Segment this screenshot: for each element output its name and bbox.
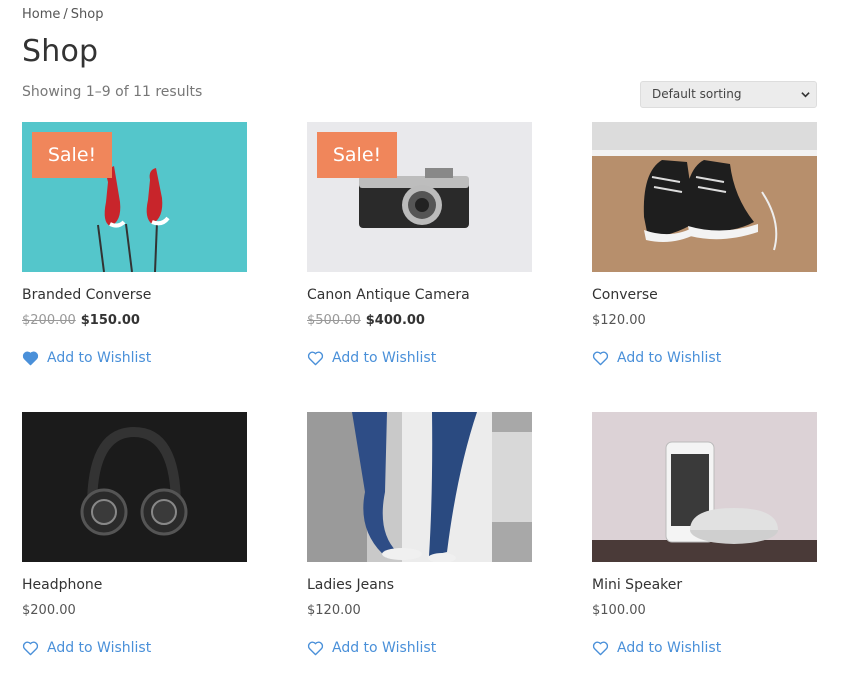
sale-badge: Sale! (32, 132, 112, 178)
wishlist-label: Add to Wishlist (47, 350, 152, 366)
wishlist-label: Add to Wishlist (332, 640, 437, 656)
product-name[interactable]: Ladies Jeans (307, 577, 394, 593)
old-price: $500.00 (307, 313, 361, 328)
product-card: Ladies Jeans $120.00 Add to Wishlist (307, 412, 532, 656)
heart-outline-icon (592, 641, 609, 655)
product-image[interactable] (592, 122, 817, 272)
heart-outline-icon (592, 351, 609, 365)
heart-filled-icon (22, 351, 39, 365)
add-to-wishlist-link[interactable]: Add to Wishlist (22, 350, 151, 366)
wishlist-label: Add to Wishlist (47, 640, 152, 656)
product-price: $200.00 (22, 603, 76, 618)
add-to-wishlist-link[interactable]: Add to Wishlist (307, 350, 436, 366)
chevron-down-icon (801, 92, 810, 98)
breadcrumb-current: Shop (70, 7, 104, 22)
product-card: Converse $120.00 Add to Wishlist (592, 122, 817, 366)
result-count: Showing 1–9 of 11 results (22, 84, 203, 100)
product-price: $500.00 $400.00 (307, 313, 425, 328)
product-image[interactable]: Sale! (22, 122, 247, 272)
product-name[interactable]: Canon Antique Camera (307, 287, 470, 303)
product-name[interactable]: Branded Converse (22, 287, 151, 303)
page-title: Shop (22, 34, 99, 69)
heart-outline-icon (307, 641, 324, 655)
product-image[interactable]: Sale! (307, 122, 532, 272)
product-image[interactable] (592, 412, 817, 562)
product-name[interactable]: Converse (592, 287, 658, 303)
heart-outline-icon (307, 351, 324, 365)
wishlist-label: Add to Wishlist (617, 640, 722, 656)
product-name[interactable]: Headphone (22, 577, 102, 593)
sale-badge: Sale! (317, 132, 397, 178)
product-price: $200.00 $150.00 (22, 313, 140, 328)
sale-price: $400.00 (365, 313, 425, 328)
add-to-wishlist-link[interactable]: Add to Wishlist (592, 350, 721, 366)
sale-price: $150.00 (80, 313, 140, 328)
add-to-wishlist-link[interactable]: Add to Wishlist (592, 640, 721, 656)
product-card: Headphone $200.00 Add to Wishlist (22, 412, 247, 656)
product-name[interactable]: Mini Speaker (592, 577, 682, 593)
heart-outline-icon (22, 641, 39, 655)
product-image[interactable] (307, 412, 532, 562)
breadcrumb: Home / Shop (22, 7, 103, 22)
wishlist-label: Add to Wishlist (617, 350, 722, 366)
add-to-wishlist-link[interactable]: Add to Wishlist (307, 640, 436, 656)
sorting-selected-value: Default sorting (652, 87, 742, 101)
product-price: $100.00 (592, 603, 646, 618)
product-image[interactable] (22, 412, 247, 562)
product-card: Sale! Branded Converse $200.00 $150.00 Ad… (22, 122, 247, 366)
product-card: Mini Speaker $100.00 Add to Wishlist (592, 412, 817, 656)
product-price: $120.00 (307, 603, 361, 618)
add-to-wishlist-link[interactable]: Add to Wishlist (22, 640, 151, 656)
old-price: $200.00 (22, 313, 76, 328)
breadcrumb-separator: / (63, 7, 68, 22)
breadcrumb-home-link[interactable]: Home (22, 7, 60, 22)
product-price: $120.00 (592, 313, 646, 328)
wishlist-label: Add to Wishlist (332, 350, 437, 366)
sorting-select[interactable]: Default sorting (640, 81, 817, 108)
product-card: Sale! Canon Antique Camera $500.00 $400.0… (307, 122, 532, 366)
